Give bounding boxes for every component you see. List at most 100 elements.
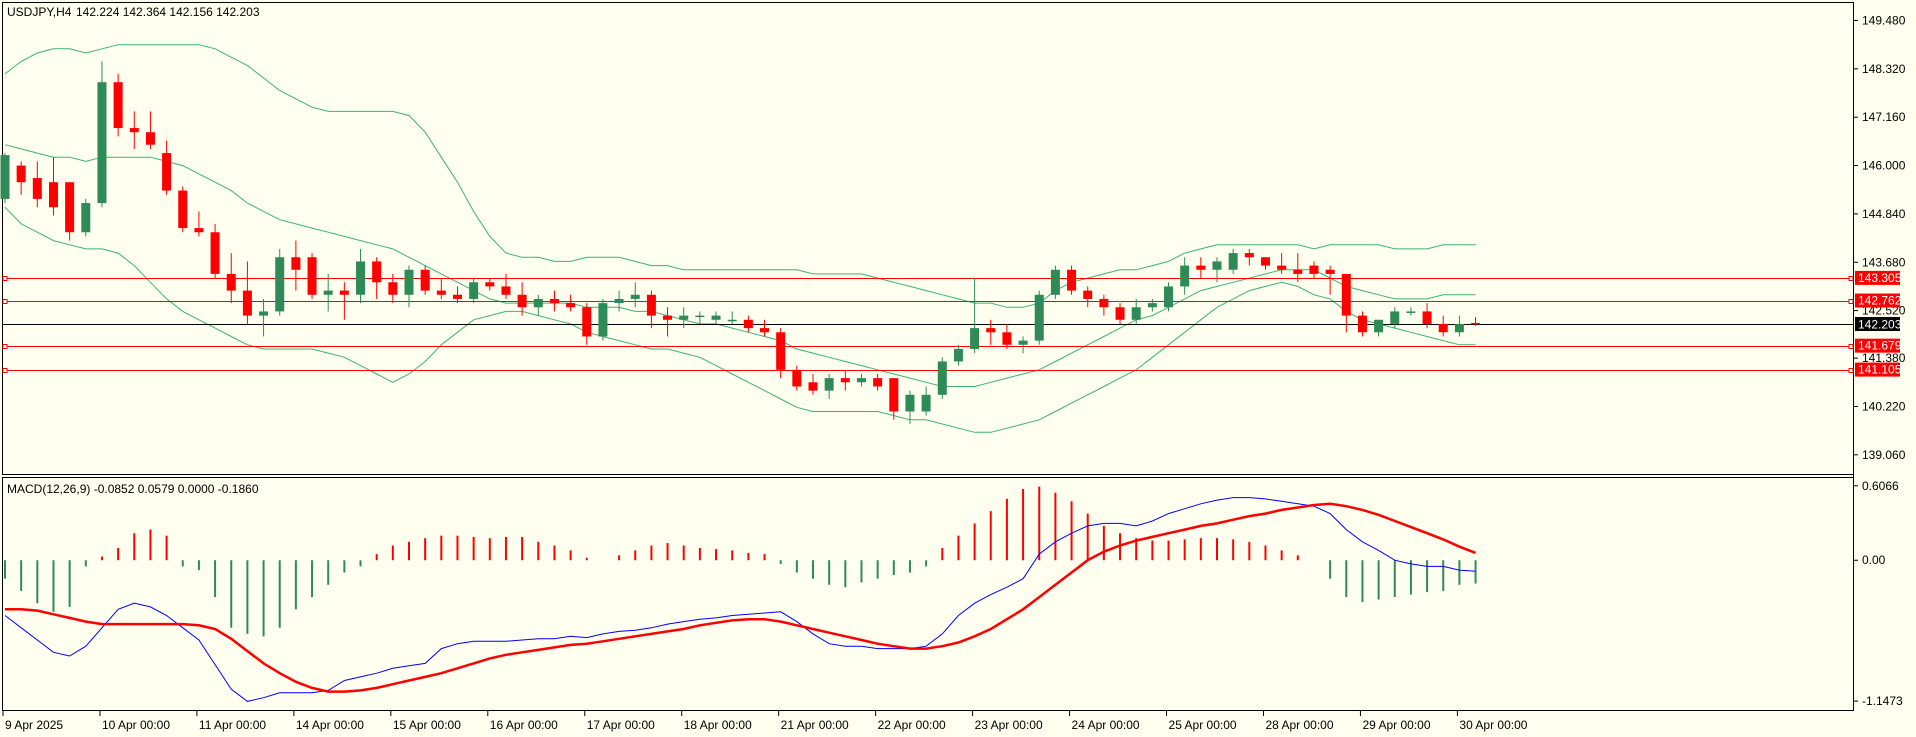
time-tick-label: 21 Apr 00:00 <box>781 718 849 732</box>
candle-bear <box>743 319 753 329</box>
time-tick-label: 18 Apr 00:00 <box>684 718 752 732</box>
macd-title: MACD(12,26,9) -0.0852 0.0579 0.0000 -0.1… <box>7 482 259 496</box>
candle-bear <box>178 190 188 229</box>
time-tick-label: 29 Apr 00:00 <box>1362 718 1430 732</box>
chart-symbol-label: USDJPY,H4 <box>7 5 72 19</box>
candle-bear <box>501 286 511 295</box>
level-handle-right <box>1848 276 1854 281</box>
candle-bear <box>1067 269 1077 291</box>
candle-bear <box>372 261 382 283</box>
candle-bear <box>242 290 252 316</box>
time-tick-label: 23 Apr 00:00 <box>975 718 1043 732</box>
candle-bear <box>1083 290 1093 299</box>
candle-bull <box>1147 303 1157 308</box>
candle-bear <box>517 294 527 308</box>
candle-bear <box>1341 273 1351 316</box>
time-tick-label: 15 Apr 00:00 <box>393 718 461 732</box>
level-handle-right <box>1848 299 1854 304</box>
chart-ohlc-label: 142.224 142.364 142.156 142.203 <box>76 5 260 19</box>
price-tick-label: 144.840 <box>1862 207 1906 221</box>
time-tick-label: 24 Apr 00:00 <box>1072 718 1140 732</box>
candle-bull <box>679 315 689 320</box>
price-tick-label: 149.480 <box>1862 14 1906 28</box>
candle-bull <box>905 394 915 412</box>
time-tick-label: 11 Apr 00:00 <box>199 718 266 732</box>
level-handle-right <box>1848 368 1854 373</box>
level-handle-left <box>2 368 8 373</box>
candle-bear <box>663 315 673 320</box>
candle-bull <box>469 282 479 299</box>
candle-bear <box>48 182 58 208</box>
candle-bull <box>323 290 333 295</box>
candle-bear <box>129 128 139 133</box>
candle-bear <box>162 153 172 191</box>
candle-bear <box>566 303 576 308</box>
current-price-label: 142.203 <box>1858 318 1902 332</box>
candle-bull <box>1406 311 1416 313</box>
candle-bull <box>1018 340 1028 345</box>
candle-bear <box>1357 315 1367 333</box>
candle-bull <box>921 394 931 412</box>
price-axis-ticks: 149.480 148.320 147.160 146.000 144.840 143.6… <box>1853 14 1906 462</box>
price-tick-label: 148.320 <box>1862 62 1906 76</box>
candle-bear <box>307 257 317 295</box>
candle-bear <box>1244 253 1254 258</box>
time-tick-label: 22 Apr 00:00 <box>878 718 946 732</box>
time-tick-label: 25 Apr 00:00 <box>1169 718 1237 732</box>
candle-bear <box>291 257 301 270</box>
candle-bull <box>1050 269 1060 295</box>
candle-bull <box>1374 319 1384 333</box>
candle-bull <box>727 319 737 322</box>
candle-bull <box>630 294 640 299</box>
candle-bull <box>1390 311 1400 324</box>
candle-bull <box>404 269 414 295</box>
level-price-label: 142.762 <box>1858 294 1902 308</box>
candle-bear <box>145 132 155 145</box>
trading-chart[interactable]: 149.480 148.320 147.160 146.000 144.840 143.6… <box>0 0 1916 737</box>
candle-bear <box>16 165 26 183</box>
macd-axis-ticks: 0.6066 0.00 -1.1473 <box>1853 479 1903 708</box>
price-tick-label: 147.160 <box>1862 110 1906 124</box>
candle-bear <box>776 332 786 370</box>
candle-bull <box>97 82 107 204</box>
candle-bear <box>1422 311 1432 324</box>
time-tick-label: 10 Apr 00:00 <box>102 718 170 732</box>
time-tick-label: 16 Apr 00:00 <box>490 718 558 732</box>
candle-bear <box>646 294 656 316</box>
price-tick-label: 146.000 <box>1862 159 1906 173</box>
candle-bear <box>582 307 592 337</box>
time-tick-label: 9 Apr 2025 <box>5 718 63 732</box>
level-price-label: 141.105 <box>1858 363 1902 377</box>
candle-bear <box>549 298 559 304</box>
level-handle-left <box>2 299 8 304</box>
candle-bear <box>889 378 899 412</box>
price-tick-label: 139.060 <box>1862 448 1906 462</box>
candle-bull <box>937 361 947 395</box>
candle-bear <box>339 290 349 295</box>
candle-bear <box>485 282 495 287</box>
candle-bull <box>533 298 543 308</box>
level-price-label: 141.679 <box>1858 339 1902 353</box>
price-tick-label: 143.680 <box>1862 255 1906 269</box>
candle-bull <box>1180 265 1190 287</box>
candle-bear <box>1325 269 1335 274</box>
macd-tick-label: 0.6066 <box>1862 479 1899 493</box>
candle-bull <box>695 315 705 318</box>
candle-bear <box>840 378 850 383</box>
candle-bear <box>1099 298 1109 308</box>
candle-bear <box>1438 323 1448 333</box>
candle-bull <box>953 348 963 362</box>
candle-bull <box>711 315 721 320</box>
macd-tick-label: -1.1473 <box>1862 694 1903 708</box>
candle-bear <box>1196 265 1206 270</box>
level-handle-left <box>2 276 8 281</box>
candle-bear <box>1260 257 1270 266</box>
candle-bear <box>1293 269 1303 274</box>
candle-bull <box>824 378 834 391</box>
candle-bull <box>356 261 366 295</box>
candle-bear <box>1277 265 1287 270</box>
candle-bull <box>598 303 608 337</box>
candle-bull <box>1131 307 1141 320</box>
candle-bear <box>194 228 204 233</box>
time-axis: 9 Apr 2025 10 Apr 00:00 11 Apr 00:00 14 Apr… <box>2 711 1528 732</box>
